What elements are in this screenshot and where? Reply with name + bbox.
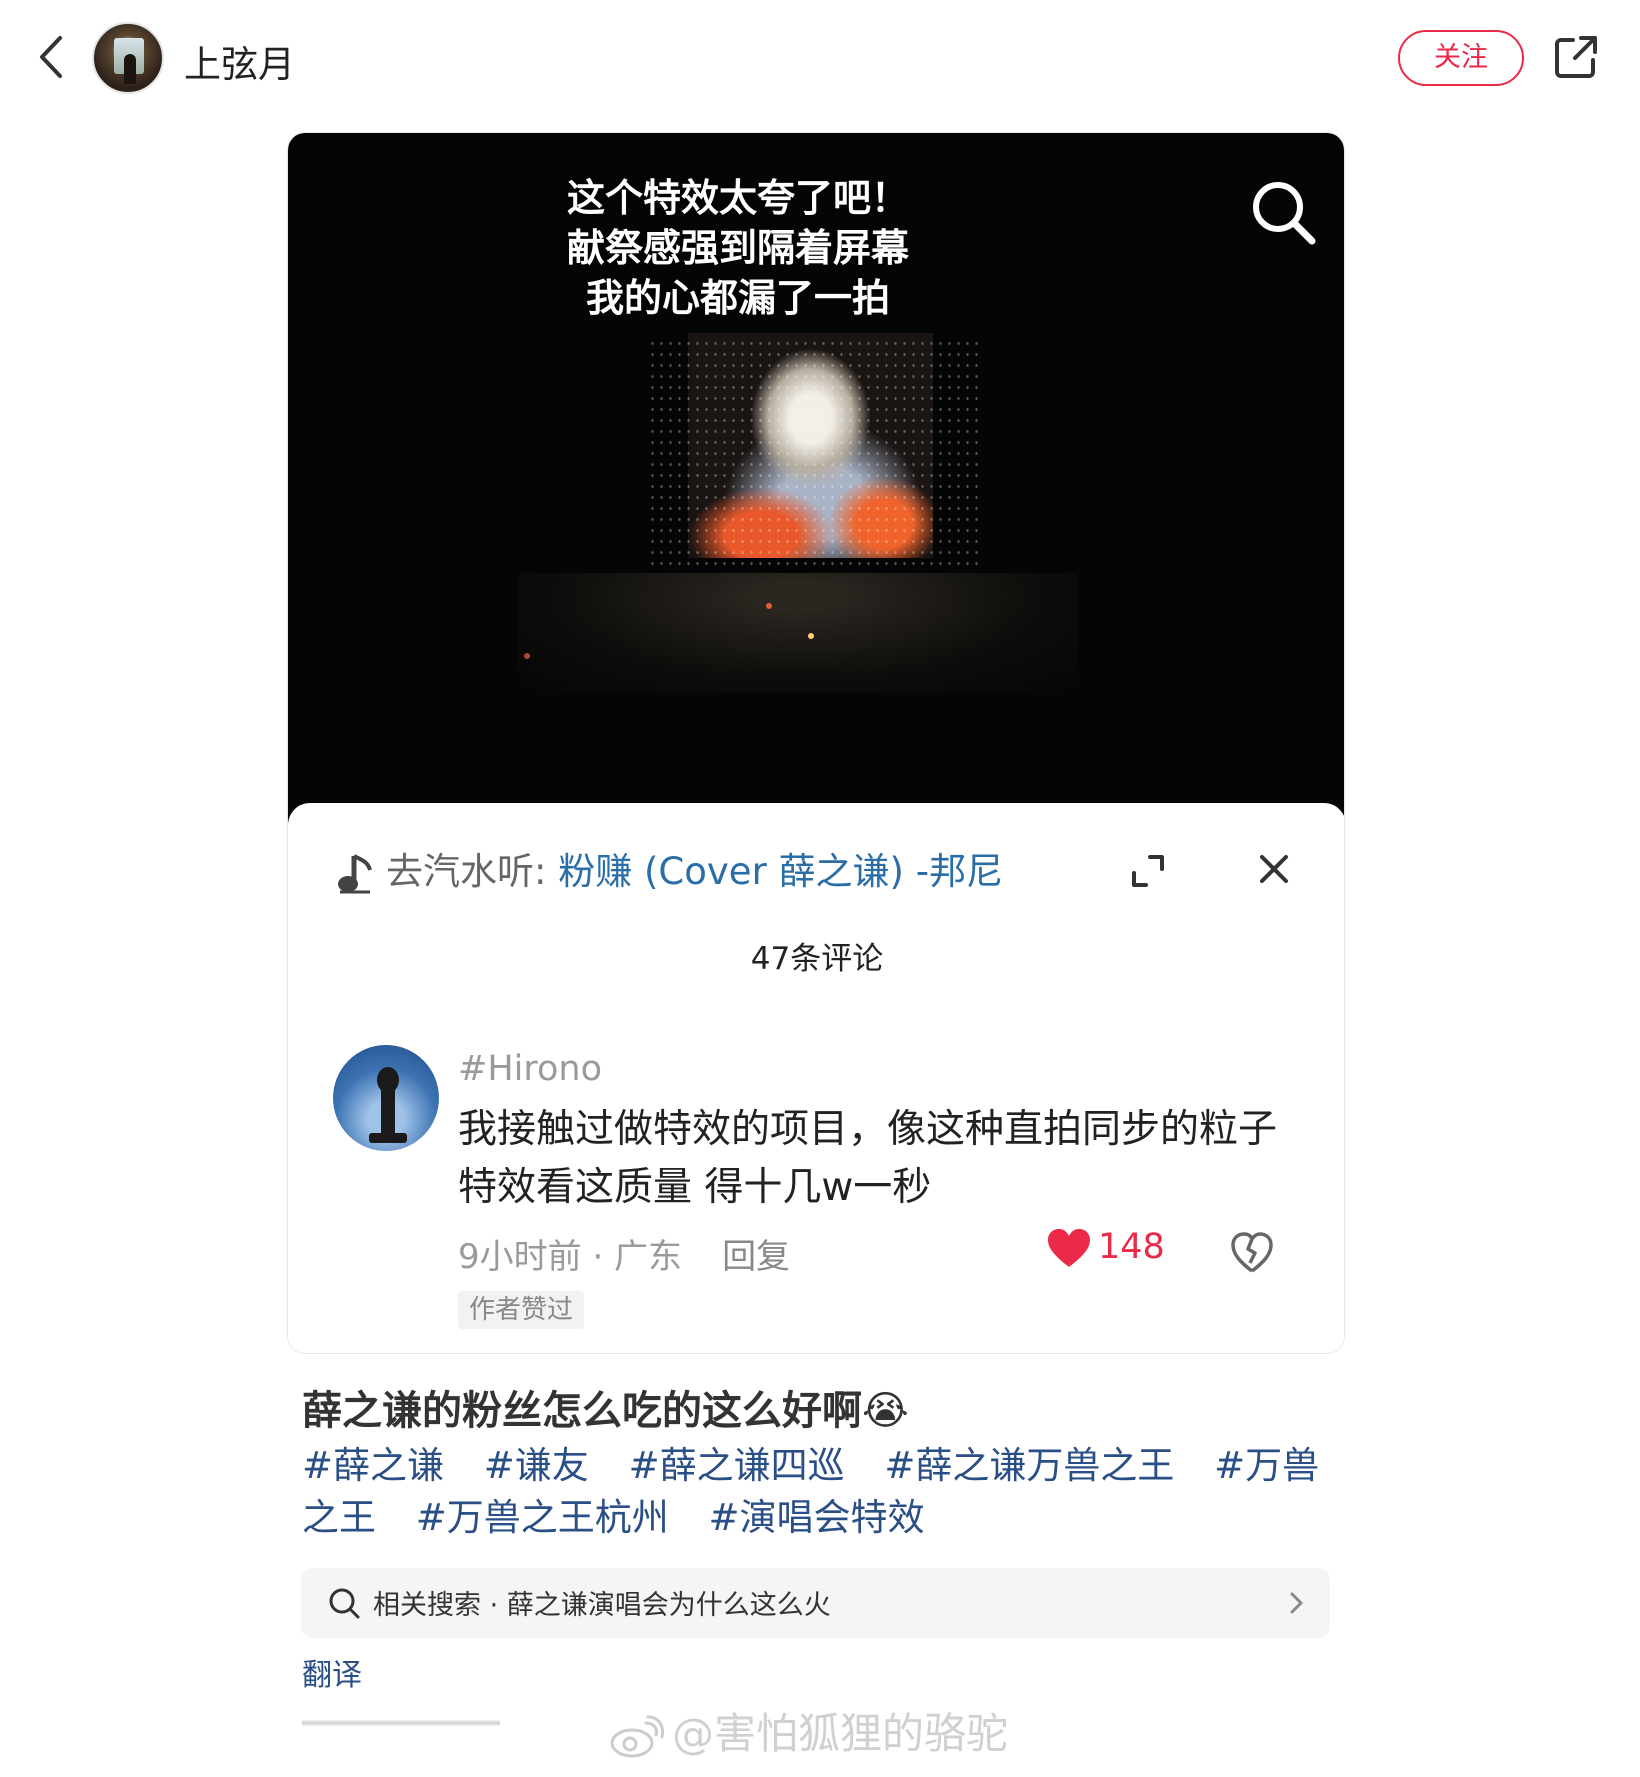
weibo-logo-icon (610, 1715, 664, 1757)
broken-heart-icon[interactable] (1230, 1231, 1274, 1275)
video-caption: 这个特效太夸了吧！ 献祭感强到隔着屏幕 我的心都漏了一拍 (538, 173, 938, 323)
translate-link[interactable]: 翻译 (302, 1650, 362, 1694)
hashtag[interactable]: #谦友 (484, 1444, 589, 1487)
comment-sheet: 去汽水听: 粉赚 (Cover 薛之谦) -邦尼 47条评论 #Hirono 我… (288, 803, 1344, 1353)
music-link[interactable]: 去汽水听: 粉赚 (Cover 薛之谦) -邦尼 (336, 841, 1056, 893)
stage-light (766, 603, 772, 609)
like-button[interactable]: 148 (1046, 1227, 1165, 1277)
top-bar: 上弦月 关注 (0, 0, 1640, 118)
music-song-title[interactable]: 粉赚 (Cover 薛之谦) -邦尼 (558, 850, 1003, 893)
video-caption-line: 这个特效太夸了吧！ (566, 176, 909, 220)
video-caption-line: 献祭感强到隔着屏幕 (566, 226, 909, 270)
hashtag[interactable]: #薛之谦四巡 (629, 1444, 845, 1487)
heart-filled-icon (1048, 1229, 1090, 1267)
comment-meta: 9小时前 · 广东 回复 (458, 1229, 790, 1278)
weibo-watermark: @害怕狐狸的骆驼 (608, 1700, 1008, 1761)
comment-count: 47条评论 (750, 941, 884, 977)
comment-text: 我接触过做特效的项目，像这种直拍同步的粒子特效看这质量 得十几w一秒 (458, 1107, 1278, 1210)
hashtag[interactable]: #万兽之王杭州 (416, 1496, 669, 1539)
related-search-bar[interactable]: 相关搜索 · 薛之谦演唱会为什么这么火 (301, 1568, 1330, 1638)
commenter-name[interactable]: #Hirono (458, 1049, 602, 1089)
related-search-text: 相关搜索 · 薛之谦演唱会为什么这么火 (373, 1590, 831, 1621)
particle-effect (648, 338, 978, 568)
search-icon (329, 1588, 360, 1619)
hashtag[interactable]: #薛之谦 (302, 1444, 444, 1487)
close-icon[interactable] (1256, 851, 1292, 887)
hashtag[interactable]: #演唱会特效 (709, 1496, 925, 1539)
stage-light (808, 633, 814, 639)
concert-video[interactable]: 这个特效太夸了吧！ 献祭感强到隔着屏幕 我的心都漏了一拍 (288, 133, 1344, 823)
back-arrow-icon[interactable] (34, 34, 68, 80)
user-avatar[interactable] (92, 22, 164, 94)
hashtag-list: #薛之谦 #谦友 #薛之谦四巡 #薛之谦万兽之王 #万兽之王 #万兽之王杭州 #… (302, 1440, 1352, 1544)
chevron-right-icon (1290, 1592, 1303, 1614)
share-icon[interactable] (1553, 34, 1599, 80)
commenter-avatar[interactable] (333, 1045, 439, 1151)
reply-button[interactable]: 回复 (722, 1237, 790, 1277)
hashtag[interactable]: #薛之谦万兽之王 (884, 1444, 1174, 1487)
video-caption-line: 我的心都漏了一拍 (585, 276, 890, 320)
comment-time-location: 9小时前 · 广东 (458, 1237, 683, 1277)
divider (302, 1720, 500, 1726)
author-liked-badge: 作者赞过 (458, 1291, 585, 1329)
watermark-text: @害怕狐狸的骆驼 (672, 1709, 1009, 1758)
music-note-icon (338, 853, 372, 893)
post-media-card: 这个特效太夸了吧！ 献祭感强到隔着屏幕 我的心都漏了一拍 去汽水听: 粉赚 (C… (287, 132, 1345, 1354)
username[interactable]: 上弦月 (184, 34, 295, 88)
stage-light (524, 653, 530, 659)
post-title: 薛之谦的粉丝怎么吃的这么好啊😭 (302, 1388, 909, 1434)
expand-icon[interactable] (1128, 851, 1168, 891)
video-search-icon[interactable] (1248, 177, 1318, 247)
follow-button[interactable]: 关注 (1398, 30, 1524, 86)
like-count: 148 (1098, 1227, 1165, 1267)
concert-stage (518, 573, 1078, 693)
music-prefix: 去汽水听: (386, 850, 559, 893)
